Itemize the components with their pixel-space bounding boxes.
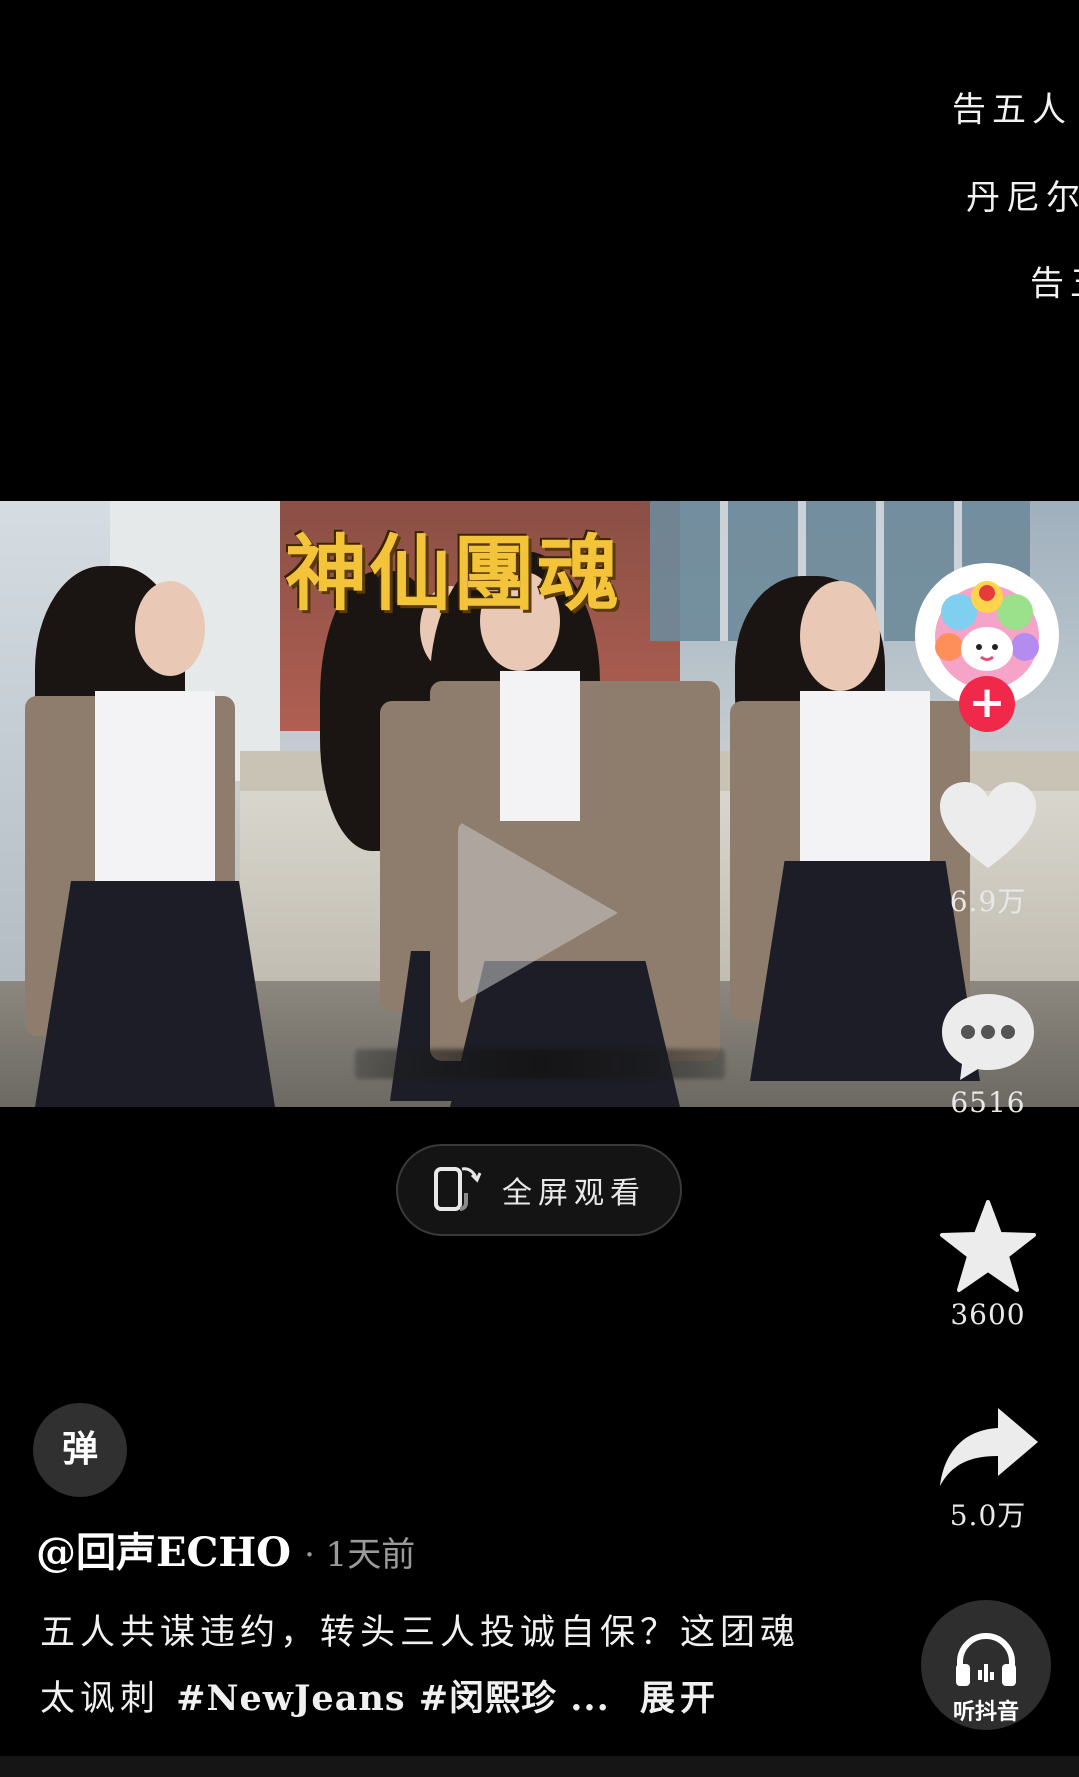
- blurred-subtitle: [355, 1049, 725, 1079]
- share-button[interactable]: 5.0万: [930, 1404, 1046, 1534]
- author-line: @回声ECHO · 1天前: [36, 1520, 415, 1578]
- video-title-overlay: 神仙團魂: [285, 526, 622, 622]
- comment-icon: [938, 994, 1038, 1086]
- bottom-bar: [0, 1756, 1079, 1777]
- heart-icon: [938, 782, 1038, 876]
- comment-count: 6516: [950, 1086, 1026, 1119]
- favorite-button[interactable]: 3600: [930, 1198, 1046, 1331]
- listen-label: 听抖音: [952, 1700, 1019, 1725]
- hashtags[interactable]: #NewJeans #闵熙珍 ...: [176, 1678, 610, 1719]
- scrolling-caption: 告五人: [952, 90, 1072, 130]
- comment-button[interactable]: 6516: [930, 990, 1046, 1119]
- listen-douyin-button[interactable]: 听抖音: [921, 1600, 1051, 1730]
- follow-button[interactable]: +: [959, 676, 1015, 732]
- share-icon: [936, 1408, 1040, 1494]
- video-feed-screen: 告五人 丹尼尔 告五: [0, 0, 1079, 1777]
- post-description: 五人共谋违约，转头三人投诚自保？这团魂太讽刺 #NewJeans #闵熙珍 ..…: [40, 1600, 820, 1732]
- scrolling-caption: 告五: [1030, 264, 1079, 304]
- video-player[interactable]: 神仙團魂: [0, 501, 1079, 1107]
- play-icon[interactable]: [458, 821, 618, 1005]
- like-button[interactable]: 6.9万: [930, 780, 1046, 920]
- post-time: · 1天前: [304, 1535, 416, 1575]
- rotate-phone-icon: [432, 1163, 486, 1217]
- author-name[interactable]: @回声ECHO: [36, 1529, 291, 1576]
- expand-button[interactable]: 展开: [640, 1678, 720, 1719]
- star-icon: [938, 1200, 1038, 1298]
- like-count: 6.9万: [949, 885, 1027, 918]
- share-count: 5.0万: [949, 1499, 1027, 1532]
- headphones-icon: [954, 1630, 1018, 1692]
- scrolling-caption: 丹尼尔: [966, 178, 1079, 218]
- fullscreen-button[interactable]: 全屏观看: [396, 1144, 682, 1236]
- fullscreen-label: 全屏观看: [502, 1176, 646, 1211]
- danmaku-toggle[interactable]: 弹: [33, 1403, 127, 1497]
- favorite-count: 3600: [950, 1298, 1026, 1331]
